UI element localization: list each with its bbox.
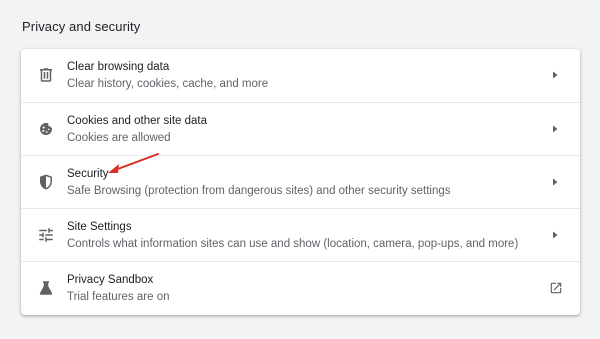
security-row[interactable]: Security Safe Browsing (protection from … [21,155,580,208]
row-sublabel: Controls what information sites can use … [67,238,519,250]
row-sublabel: Clear history, cookies, cache, and more [67,78,269,90]
privacy-settings-card: Clear browsing data Clear history, cooki… [21,49,580,315]
flask-icon [37,279,55,297]
sliders-icon [37,226,55,244]
section-title: Privacy and security [22,19,141,34]
chevron-right-icon[interactable] [550,70,560,80]
row-sublabel: Trial features are on [67,291,170,303]
trash-icon [37,66,55,84]
cookies-site-data-row[interactable]: Cookies and other site data Cookies are … [21,102,580,155]
site-settings-row[interactable]: Site Settings Controls what information … [21,208,580,261]
row-sublabel: Safe Browsing (protection from dangerous… [67,185,451,197]
row-label: Privacy Sandbox [67,274,154,286]
row-label: Site Settings [67,221,132,233]
clear-browsing-data-row[interactable]: Clear browsing data Clear history, cooki… [21,49,580,102]
privacy-sandbox-row[interactable]: Privacy Sandbox Trial features are on [21,261,580,314]
row-label: Clear browsing data [67,61,170,73]
chevron-right-icon[interactable] [550,177,560,187]
row-sublabel: Cookies are allowed [67,132,171,144]
shield-icon [37,173,55,191]
row-label: Cookies and other site data [67,115,208,127]
row-label: Security [67,168,109,180]
chevron-right-icon[interactable] [550,230,560,240]
open-in-new-icon[interactable] [549,281,563,295]
chevron-right-icon[interactable] [550,124,560,134]
cookie-icon [37,120,55,138]
